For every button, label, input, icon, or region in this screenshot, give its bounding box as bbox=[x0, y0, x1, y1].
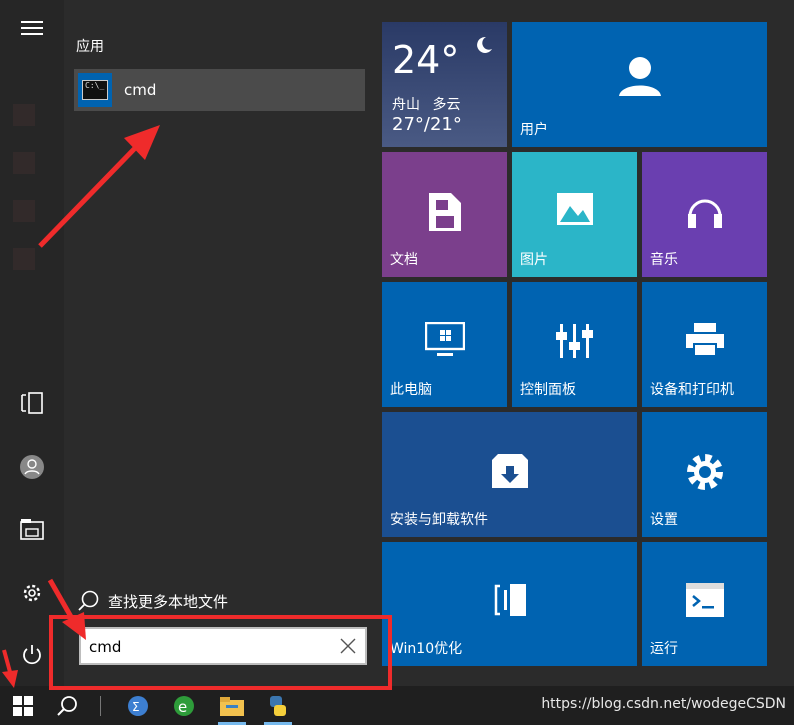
svg-text:Σ: Σ bbox=[132, 700, 140, 714]
clear-search-icon[interactable] bbox=[339, 637, 357, 655]
install-box-icon bbox=[382, 452, 637, 490]
find-more-local-files[interactable]: 查找更多本地文件 bbox=[78, 590, 228, 612]
weather-temperature: 24° bbox=[392, 38, 460, 82]
watermark-url: https://blog.csdn.net/wodegeCSDN bbox=[541, 696, 786, 712]
tile-win10-optimize-label: Win10优化 bbox=[390, 641, 463, 657]
moon-cloud-icon bbox=[477, 36, 492, 53]
weather-condition: 多云 bbox=[432, 97, 461, 113]
search-icon bbox=[78, 590, 99, 611]
command-prompt-icon: C:\_ bbox=[78, 73, 112, 107]
sliders-icon bbox=[512, 322, 637, 360]
svg-text:e: e bbox=[178, 698, 187, 716]
weather-city: 舟山 bbox=[392, 97, 420, 113]
run-window-icon bbox=[642, 582, 767, 618]
faded-app-icon bbox=[13, 104, 35, 126]
tile-this-pc[interactable]: 此电脑 bbox=[382, 282, 507, 407]
hamburger-menu-icon[interactable] bbox=[12, 8, 52, 48]
tile-user[interactable]: 用户 bbox=[512, 22, 767, 147]
tile-settings[interactable]: 设置 bbox=[642, 412, 767, 537]
tile-install-uninstall[interactable]: 安装与卸载软件 bbox=[382, 412, 637, 537]
best-match-name: cmd bbox=[124, 81, 157, 99]
windows-start-icon[interactable] bbox=[4, 686, 42, 725]
picture-icon bbox=[512, 192, 637, 226]
tile-documents[interactable]: 文档 bbox=[382, 152, 507, 277]
headphones-icon bbox=[642, 192, 767, 230]
tile-this-pc-label: 此电脑 bbox=[390, 382, 432, 398]
file-explorer-taskbar-icon[interactable] bbox=[212, 686, 252, 725]
tile-pictures-label: 图片 bbox=[520, 252, 548, 268]
internet-explorer-icon[interactable]: e bbox=[164, 686, 204, 725]
tile-devices-printers[interactable]: 设备和打印机 bbox=[642, 282, 767, 407]
tile-settings-label: 设置 bbox=[650, 512, 678, 528]
tile-run[interactable]: 运行 bbox=[642, 542, 767, 666]
gear-icon bbox=[642, 452, 767, 492]
tile-pictures[interactable]: 图片 bbox=[512, 152, 637, 277]
monitor-icon bbox=[382, 322, 507, 358]
printer-icon bbox=[642, 322, 767, 358]
python-icon[interactable] bbox=[258, 686, 298, 725]
best-match-cmd-item[interactable]: C:\_ cmd bbox=[74, 69, 365, 111]
settings-gear-icon[interactable] bbox=[12, 573, 52, 613]
tile-control-panel-label: 控制面板 bbox=[520, 382, 576, 398]
tile-install-uninstall-label: 安装与卸载软件 bbox=[390, 512, 488, 528]
tile-documents-label: 文档 bbox=[390, 252, 418, 268]
weather-tile[interactable]: 24° 舟山 多云 27°/21° bbox=[382, 22, 507, 147]
faded-app-icon bbox=[13, 200, 35, 222]
document-icon bbox=[382, 192, 507, 232]
optimize-panel-icon bbox=[382, 582, 637, 618]
tile-win10-optimize[interactable]: Win10优化 bbox=[382, 542, 637, 666]
more-files-label: 查找更多本地文件 bbox=[108, 592, 229, 611]
tile-control-panel[interactable]: 控制面板 bbox=[512, 282, 637, 407]
weather-range: 27°/21° bbox=[392, 114, 462, 135]
power-icon[interactable] bbox=[12, 635, 52, 675]
user-account-icon[interactable] bbox=[12, 447, 52, 487]
tile-music[interactable]: 音乐 bbox=[642, 152, 767, 277]
start-rail bbox=[0, 0, 64, 686]
taskbar-search-icon[interactable] bbox=[48, 686, 86, 725]
faded-app-icon bbox=[13, 152, 35, 174]
tile-user-label: 用户 bbox=[520, 122, 548, 138]
taskbar-app-icon[interactable]: Σ bbox=[118, 686, 158, 725]
search-box bbox=[79, 627, 367, 665]
tile-music-label: 音乐 bbox=[650, 252, 678, 268]
person-icon bbox=[512, 56, 767, 96]
start-tiles: 24° 舟山 多云 27°/21° 用户 文档 图片 音乐 此电脑 控制面板 设… bbox=[382, 0, 794, 686]
tile-devices-printers-label: 设备和打印机 bbox=[650, 382, 734, 398]
tile-run-label: 运行 bbox=[650, 641, 678, 657]
tablet-mode-icon[interactable] bbox=[12, 383, 52, 423]
faded-app-icon bbox=[13, 248, 35, 270]
file-explorer-icon[interactable] bbox=[12, 509, 52, 549]
apps-section-header: 应用 bbox=[76, 39, 104, 55]
search-results-panel: 应用 C:\_ cmd 查找更多本地文件 bbox=[64, 0, 382, 686]
search-input[interactable] bbox=[87, 633, 321, 661]
